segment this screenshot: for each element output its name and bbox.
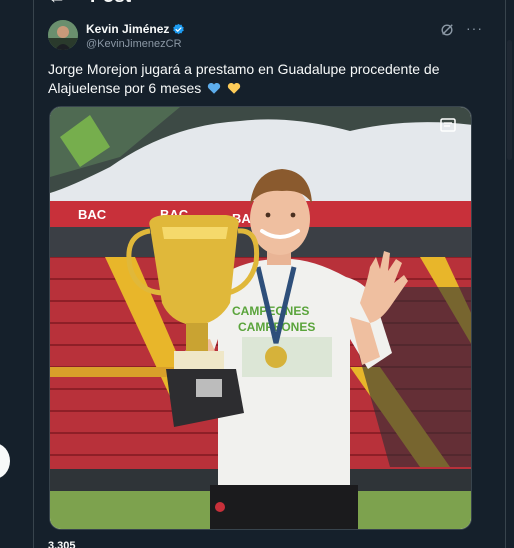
rail-scroll-button[interactable] <box>0 443 10 479</box>
arrow-left-icon[interactable]: ← <box>48 0 66 6</box>
blue-heart-emoji-icon <box>208 82 221 94</box>
stadium-banner-text-1: BAC <box>78 207 107 222</box>
post-text-line-1: Jorge Morejon jugará a prestamo en Guada… <box>48 61 440 77</box>
author-handle[interactable]: @KevinJimenezCR <box>86 38 182 50</box>
verified-badge-icon <box>173 23 185 34</box>
yellow-heart-emoji-icon <box>227 82 241 94</box>
author-name-row[interactable]: Kevin Jiménez <box>86 22 185 36</box>
post-media-image[interactable]: BAC BAC BAC BAC BAC <box>49 106 472 530</box>
media-options-icon[interactable] <box>440 118 456 132</box>
post-text: Jorge Morejon jugará a prestamo en Guada… <box>48 60 488 98</box>
page-scrollbar[interactable] <box>506 0 514 548</box>
post-column: ← Post Kevin Jiménez @KevinJimenezCR ··· <box>34 0 506 548</box>
scrollbar-thumb[interactable] <box>507 40 512 160</box>
post-views-count: 3,305 <box>48 540 76 548</box>
post-header: Kevin Jiménez @KevinJimenezCR ··· <box>48 20 492 54</box>
grok-icon[interactable] <box>440 23 454 37</box>
post-meta-row: 3,305 <box>48 540 488 548</box>
post-text-line-2: Alajuelense por 6 meses <box>48 79 488 98</box>
author-display-name[interactable]: Kevin Jiménez <box>86 22 169 36</box>
avatar[interactable] <box>48 20 78 50</box>
page-title: Post <box>90 0 131 8</box>
more-options-icon[interactable]: ··· <box>466 20 483 36</box>
left-rail <box>0 0 34 548</box>
post-text-line-2-content: Alajuelense por 6 meses <box>48 80 202 96</box>
top-bar: ← Post <box>34 0 506 10</box>
